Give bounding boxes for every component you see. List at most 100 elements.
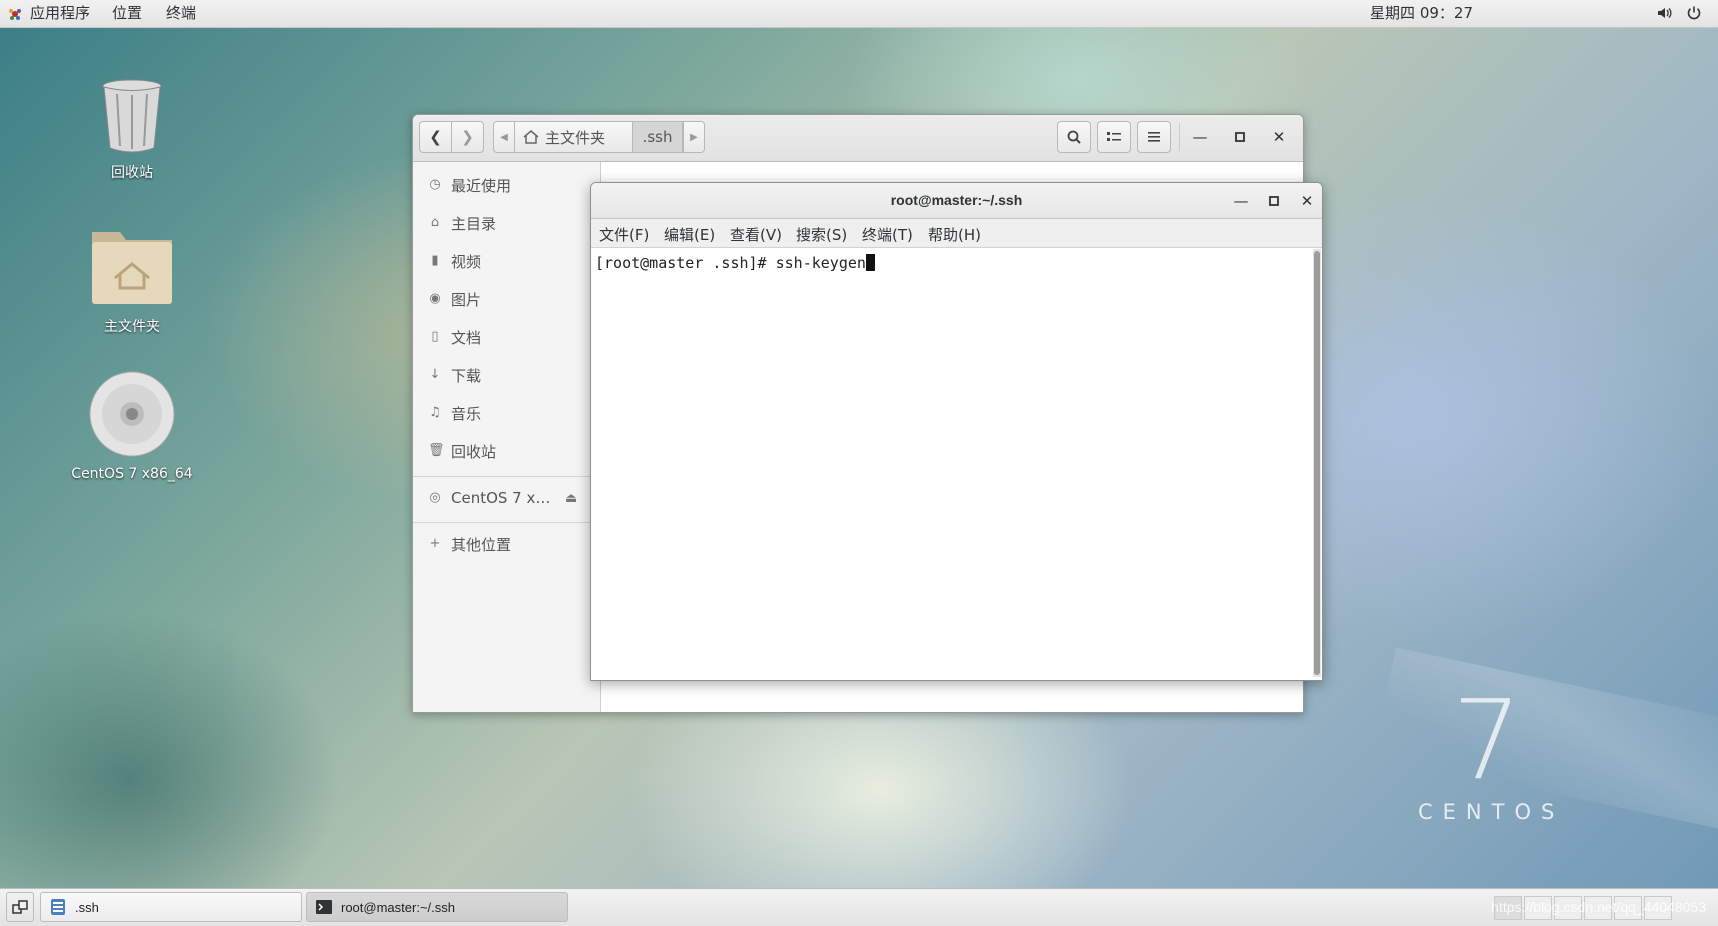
power-icon[interactable] <box>1686 5 1702 21</box>
menu-terminal[interactable]: 终端(T) <box>862 224 913 245</box>
file-manager-sidebar: ◷ 最近使用 ⌂ 主目录 ▮ 视频 ◉ 图片 ▯ 文档 ↓ 下载 ♫ 音乐 🗑 <box>413 162 601 712</box>
path-home-button[interactable]: 主文件夹 <box>515 121 633 153</box>
close-icon: ✕ <box>1300 192 1314 210</box>
forward-button[interactable]: ❯ <box>451 121 484 153</box>
text-cursor <box>865 254 875 271</box>
home-icon: ⌂ <box>430 215 440 230</box>
path-home-label: 主文件夹 <box>545 128 606 147</box>
term-minimize-button[interactable]: — <box>1231 191 1251 211</box>
header-separator <box>1179 123 1180 151</box>
list-view-icon <box>1107 132 1121 141</box>
sidebar-separator <box>413 476 600 477</box>
view-mode-button[interactable] <box>1097 121 1131 153</box>
sidebar-item-documents[interactable]: ▯ 文档 <box>413 322 600 352</box>
path-scroll-left-button[interactable]: ◀ <box>493 121 515 153</box>
terminal-titlebar[interactable]: root@master:~/.ssh <box>591 183 1322 219</box>
menu-edit[interactable]: 编辑(E) <box>664 224 715 245</box>
terminal-scrollbar[interactable] <box>1313 249 1321 677</box>
sidebar-item-label: CentOS 7 x… <box>451 489 551 507</box>
trash-icon: 🗑 <box>428 443 445 458</box>
desktop-trash[interactable]: 回收站 <box>62 78 202 182</box>
menu-help[interactable]: 帮助(H) <box>928 224 981 245</box>
scrollbar-thumb[interactable] <box>1314 251 1320 675</box>
show-desktop-icon <box>12 900 28 914</box>
trash-label: 回收站 <box>111 165 153 181</box>
command-text: [root@master .ssh]# ssh-keygen <box>595 254 866 272</box>
terminal-app-menu[interactable]: 终端 <box>166 0 196 27</box>
home-folder-label: 主文件夹 <box>104 319 160 335</box>
maximize-icon <box>1235 132 1245 142</box>
terminal-window: root@master:~/.ssh — ✕ 文件(F) 编辑(E) 查看(V)… <box>590 182 1323 681</box>
plus-icon: + <box>429 536 441 551</box>
menu-file[interactable]: 文件(F) <box>599 224 649 245</box>
taskbar-item-terminal[interactable]: root@master:~/.ssh <box>306 892 568 922</box>
volume-icon[interactable] <box>1656 5 1672 21</box>
camera-icon: ◉ <box>429 291 441 306</box>
sidebar-item-label: 音乐 <box>451 404 482 423</box>
terminal-line: [root@master .ssh]# ssh-keygen <box>595 254 875 272</box>
taskbar-item-label: root@master:~/.ssh <box>341 899 455 915</box>
search-button[interactable] <box>1057 121 1091 153</box>
sidebar-item-home[interactable]: ⌂ 主目录 <box>413 208 600 238</box>
chevron-right-icon: ❯ <box>461 128 474 146</box>
download-icon: ↓ <box>429 367 441 382</box>
sidebar-item-downloads[interactable]: ↓ 下载 <box>413 360 600 390</box>
bottom-taskbar: .ssh root@master:~/.ssh https://blog.csd… <box>0 888 1718 926</box>
back-button[interactable]: ❮ <box>419 121 452 153</box>
terminal-menubar: 文件(F) 编辑(E) 查看(V) 搜索(S) 终端(T) 帮助(H) <box>591 219 1322 248</box>
sidebar-item-other-locations[interactable]: + 其他位置 <box>413 529 600 559</box>
sidebar-item-label: 最近使用 <box>451 176 512 195</box>
fm-minimize-button[interactable]: — <box>1190 127 1210 147</box>
sidebar-item-videos[interactable]: ▮ 视频 <box>413 246 600 276</box>
small-chevron-right-icon: ▶ <box>690 131 698 143</box>
minimize-icon: — <box>1233 192 1249 210</box>
term-maximize-button[interactable] <box>1264 191 1284 211</box>
sidebar-item-pictures[interactable]: ◉ 图片 <box>413 284 600 314</box>
sidebar-item-trash[interactable]: 🗑 回收站 <box>413 436 600 466</box>
file-manager-headerbar: ❮ ❯ ◀ 主文件夹 .ssh ▶ — ✕ <box>413 115 1303 162</box>
taskbar-item-label: .ssh <box>75 899 99 915</box>
sidebar-separator <box>413 522 600 523</box>
taskbar-item-file-manager[interactable]: .ssh <box>40 892 302 922</box>
sidebar-item-music[interactable]: ♫ 音乐 <box>413 398 600 428</box>
path-current-label: .ssh <box>642 128 673 146</box>
music-icon: ♫ <box>429 405 441 420</box>
menu-search[interactable]: 搜索(S) <box>796 224 847 245</box>
centos-logo-text: CENTOS <box>1418 800 1565 824</box>
applications-menu[interactable]: 应用程序 <box>30 0 90 27</box>
hamburger-icon <box>1148 132 1160 142</box>
desktop-disc[interactable]: CentOS 7 x86_64 <box>62 370 202 482</box>
small-chevron-left-icon: ◀ <box>500 131 508 143</box>
desktop-home-folder[interactable]: 主文件夹 <box>62 224 202 336</box>
show-desktop-button[interactable] <box>6 892 34 922</box>
clock-icon: ◷ <box>429 177 441 192</box>
term-close-button[interactable]: ✕ <box>1297 191 1317 211</box>
centos-logo-number: 7 <box>1452 676 1522 804</box>
places-menu[interactable]: 位置 <box>112 0 142 27</box>
eject-icon[interactable]: ⏏ <box>565 491 577 506</box>
maximize-icon <box>1269 196 1279 206</box>
close-icon: ✕ <box>1272 128 1286 146</box>
watermark-text: https://blog.csdn.net/qq_44048053 <box>1491 899 1706 915</box>
apps-menu-icon <box>9 9 21 20</box>
path-scroll-right-button[interactable]: ▶ <box>683 121 705 153</box>
path-current-button[interactable]: .ssh <box>633 121 683 153</box>
minimize-icon: — <box>1192 128 1208 146</box>
fm-close-button[interactable]: ✕ <box>1269 127 1289 147</box>
clock[interactable]: 星期四 09：27 <box>1370 0 1473 27</box>
document-icon: ▯ <box>431 329 439 344</box>
sidebar-item-label: 其他位置 <box>451 535 512 554</box>
fm-maximize-button[interactable] <box>1230 127 1250 147</box>
file-manager-icon <box>51 899 65 915</box>
menu-button[interactable] <box>1137 121 1171 153</box>
search-icon <box>1067 130 1081 144</box>
disc-label: CentOS 7 x86_64 <box>71 466 193 482</box>
sidebar-item-centos-disc[interactable]: ◎ CentOS 7 x… ⏏ <box>413 483 600 513</box>
menu-view[interactable]: 查看(V) <box>730 224 782 245</box>
terminal-output[interactable]: [root@master .ssh]# ssh-keygen <box>591 248 1311 680</box>
sidebar-item-recent[interactable]: ◷ 最近使用 <box>413 170 600 200</box>
terminal-icon <box>316 900 332 914</box>
trash-can-icon <box>102 79 162 153</box>
optical-disc-icon <box>89 371 175 457</box>
home-icon <box>523 130 539 144</box>
